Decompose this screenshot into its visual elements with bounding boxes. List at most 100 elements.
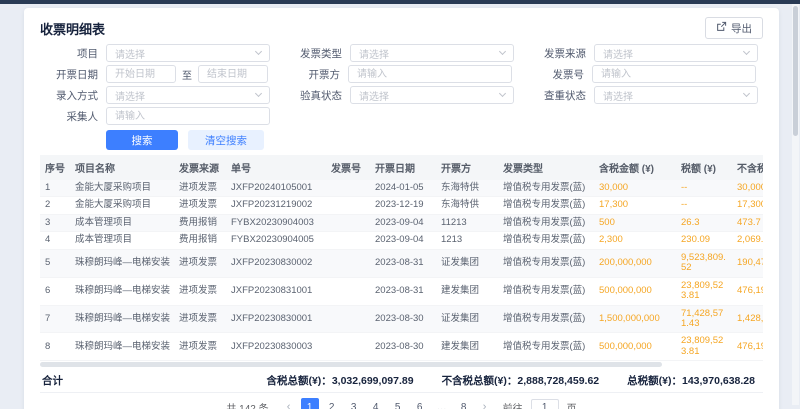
invoice-type-select[interactable]: 请选择 — [350, 44, 514, 62]
cell-amount-excl-tax: 190,476,190.48 — [732, 249, 763, 277]
cell-invoice-type: 增值税专用发票(蓝) — [498, 333, 594, 361]
page-button[interactable]: 5 — [389, 398, 407, 409]
cell-index: 2 — [40, 197, 70, 214]
verify-status-label: 验真状态 — [284, 88, 342, 103]
export-button[interactable]: 导出 — [705, 17, 763, 39]
cell-invoice-source: 进项发票 — [174, 305, 226, 333]
next-page-button[interactable]: › — [477, 402, 493, 409]
cell-tax-amount: 23,809,523.81 — [676, 277, 732, 305]
cell-invoice-no — [326, 333, 370, 361]
date-range-separator: 至 — [182, 67, 192, 82]
project-select[interactable]: 请选择 — [106, 44, 270, 62]
summary-label: 合计 — [42, 373, 63, 388]
dup-status-select-placeholder: 请选择 — [603, 88, 633, 103]
chevron-down-icon — [743, 90, 750, 97]
cell-invoice-source: 进项发票 — [174, 249, 226, 277]
cell-amount-incl-tax: 500 — [594, 214, 676, 231]
end-date-input[interactable] — [198, 65, 268, 83]
cell-order-no: FYBX20230904003 — [226, 214, 326, 231]
column-header: 不含税金额 (¥) — [732, 155, 763, 180]
page-button[interactable]: 4 — [367, 398, 385, 409]
page-button[interactable]: 6 — [411, 398, 429, 409]
cell-invoice-type: 增值税专用发票(蓝) — [498, 180, 594, 197]
column-header: 发票来源 — [174, 155, 226, 180]
cell-invoice-no — [326, 232, 370, 249]
page-button[interactable]: 8 — [455, 398, 473, 409]
summary-item: 总税额(¥)：143,970,638.28 — [627, 373, 755, 388]
cell-issuer: 东海特供 — [436, 197, 498, 214]
verify-status-select[interactable]: 请选择 — [350, 86, 514, 104]
invoice-no-input[interactable] — [592, 65, 756, 83]
main-card: 收票明细表 导出 项目 请选择 — [24, 8, 779, 409]
filter-form: 项目 请选择 发票类型 请选择 发票来源 请选择 — [40, 44, 763, 150]
summary-item-value: 2,888,728,459.62 — [517, 375, 599, 387]
page-background: 收票明细表 导出 项目 请选择 — [0, 4, 800, 409]
cell-invoice-date: 2024-01-05 — [370, 180, 436, 197]
column-header: 发票号 — [326, 155, 370, 180]
goto-page-input[interactable] — [531, 399, 559, 409]
vertical-scrollbar[interactable] — [792, 4, 799, 405]
cell-order-no: JXFP20240105001 — [226, 180, 326, 197]
collector-input[interactable] — [106, 107, 270, 125]
summary-item-value: 3,032,699,097.89 — [332, 375, 414, 387]
vertical-scrollbar-thumb[interactable] — [793, 6, 798, 136]
cell-invoice-no — [326, 249, 370, 277]
export-icon — [716, 21, 727, 35]
cell-invoice-date: 2023-12-19 — [370, 197, 436, 214]
dup-status-select[interactable]: 请选择 — [594, 86, 758, 104]
entry-method-select-placeholder: 请选择 — [115, 88, 145, 103]
column-header: 单号 — [226, 155, 326, 180]
goto-label: 前往 — [503, 400, 523, 409]
page-button[interactable]: 2 — [323, 398, 341, 409]
cell-project-name: 珠穆朗玛峰—电梯安装 — [70, 305, 174, 333]
issuer-input[interactable] — [348, 65, 512, 83]
cell-invoice-source: 进项发票 — [174, 180, 226, 197]
cell-amount-excl-tax: 473.7 — [732, 214, 763, 231]
cell-order-no: JXFP20230831001 — [226, 277, 326, 305]
chevron-down-icon — [255, 90, 262, 97]
chevron-down-icon — [499, 90, 506, 97]
cell-project-name: 成本管理项目 — [70, 232, 174, 249]
cell-amount-excl-tax: 17,300 — [732, 197, 763, 214]
horizontal-scrollbar[interactable] — [40, 362, 763, 367]
cell-invoice-source: 进项发票 — [174, 277, 226, 305]
page-button[interactable]: … — [433, 398, 451, 409]
horizontal-scrollbar-thumb[interactable] — [40, 362, 662, 367]
cell-invoice-source: 费用报销 — [174, 232, 226, 249]
page-button[interactable]: 3 — [345, 398, 363, 409]
summary-item-label: 总税额(¥)： — [627, 375, 682, 387]
cell-invoice-date: 2023-08-31 — [370, 277, 436, 305]
prev-page-button[interactable]: ‹ — [281, 402, 297, 409]
cell-index: 3 — [40, 214, 70, 231]
cell-tax-amount: 26.3 — [676, 214, 732, 231]
invoice-source-select[interactable]: 请选择 — [594, 44, 758, 62]
export-button-label: 导出 — [731, 21, 752, 36]
cell-amount-incl-tax: 30,000 — [594, 180, 676, 197]
cell-amount-excl-tax: 476,190,476.19 — [732, 333, 763, 361]
cell-issuer: 东海特供 — [436, 180, 498, 197]
cell-invoice-no — [326, 214, 370, 231]
cell-amount-incl-tax: 500,000,000 — [594, 333, 676, 361]
table-row: 1 金能大厦采购项目 进项发票 JXFP20240105001 2024-01-… — [40, 180, 763, 197]
project-select-placeholder: 请选择 — [115, 46, 145, 61]
cell-invoice-date: 2023-08-30 — [370, 333, 436, 361]
cell-invoice-type: 增值税专用发票(蓝) — [498, 197, 594, 214]
invoice-no-label: 发票号 — [526, 67, 584, 82]
cell-amount-excl-tax: 1,428,571,428.57 — [732, 305, 763, 333]
invoice-table: 序号项目名称发票来源单号发票号开票日期开票方发票类型含税金额 (¥)税额 (¥)… — [40, 155, 763, 369]
clear-search-button[interactable]: 清空搜索 — [188, 130, 264, 150]
cell-project-name: 金能大厦采购项目 — [70, 197, 174, 214]
invoice-source-select-placeholder: 请选择 — [603, 46, 633, 61]
start-date-input[interactable] — [106, 65, 176, 83]
entry-method-select[interactable]: 请选择 — [106, 86, 270, 104]
table-row: 5 珠穆朗玛峰—电梯安装 进项发票 JXFP20230830002 2023-0… — [40, 249, 763, 277]
search-button[interactable]: 搜索 — [106, 130, 178, 150]
cell-invoice-type: 增值税专用发票(蓝) — [498, 277, 594, 305]
cell-tax-amount: -- — [676, 180, 732, 197]
cell-invoice-date: 2023-08-31 — [370, 249, 436, 277]
cell-amount-excl-tax: 2,069.91 — [732, 232, 763, 249]
pagination: 共 142 条 ‹ 123456…8 › 前往 页 — [40, 393, 763, 409]
summary-item: 含税总额(¥)：3,032,699,097.89 — [266, 373, 413, 388]
table-row: 7 珠穆朗玛峰—电梯安装 进项发票 JXFP20230830001 2023-0… — [40, 305, 763, 333]
page-button[interactable]: 1 — [301, 398, 319, 409]
